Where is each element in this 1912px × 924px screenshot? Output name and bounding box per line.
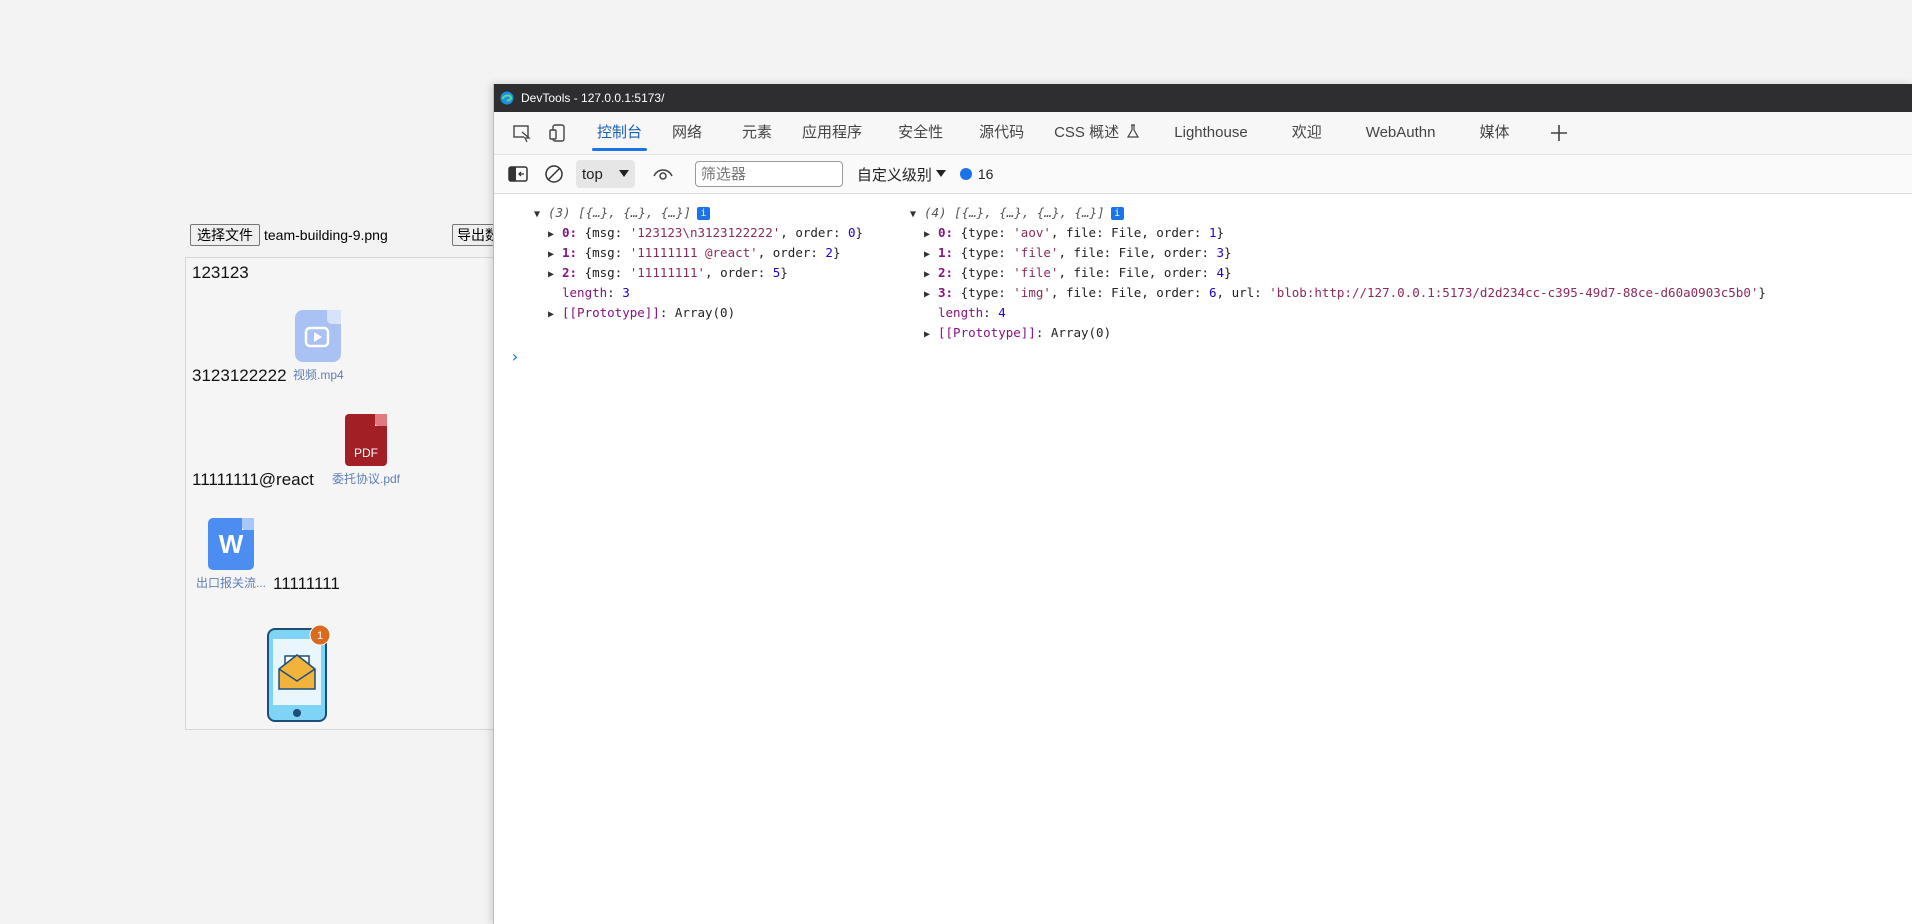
- collapsed-triangle-icon[interactable]: ▶: [924, 245, 938, 265]
- console-filter-input[interactable]: [694, 161, 843, 187]
- prototype-row[interactable]: ▶ [[Prototype]]: Array(0): [534, 303, 863, 323]
- tab-security[interactable]: 安全性: [883, 112, 958, 154]
- word-attachment[interactable]: W 出口报关流...: [196, 518, 266, 591]
- context-selector[interactable]: top: [576, 160, 635, 188]
- array-length-row: length: 4: [938, 305, 1006, 320]
- issues-counter[interactable]: 16: [959, 166, 993, 182]
- word-file-icon: W: [208, 518, 254, 570]
- pdf-attachment[interactable]: PDF 委托协议.pdf: [332, 414, 400, 487]
- info-icon[interactable]: i: [697, 207, 710, 220]
- array-item-row[interactable]: ▶ 1: {type: 'file', file: File, order: 3}: [910, 243, 1766, 263]
- tab-lighthouse[interactable]: Lighthouse: [1159, 112, 1262, 154]
- add-tab-icon[interactable]: [1541, 115, 1577, 151]
- tab-media[interactable]: 媒体: [1464, 112, 1524, 154]
- collapsed-triangle-icon[interactable]: ▶: [924, 325, 938, 345]
- video-caption: 视频.mp4: [293, 368, 344, 382]
- inspect-element-icon[interactable]: [504, 115, 540, 151]
- pdf-caption: 委托协议.pdf: [332, 472, 401, 486]
- editor-text-line: 11111111@react: [192, 470, 314, 489]
- tab-webauthn[interactable]: WebAuthn: [1351, 112, 1451, 154]
- collapsed-triangle-icon[interactable]: ▶: [924, 285, 938, 305]
- selected-file-name: team-building-9.png: [264, 227, 388, 243]
- tab-application[interactable]: 应用程序: [787, 112, 877, 154]
- video-file-icon: [295, 310, 342, 362]
- image-attachment[interactable]: 1: [264, 625, 336, 725]
- editor-text-line: 3123122222: [192, 366, 287, 385]
- message-bubble-icon: [959, 168, 972, 180]
- word-caption: 出口报关流...: [196, 576, 267, 590]
- console-log-entry: ▼ (4) [{…}, {…}, {…}, {…}] i ▶ 0: {type: 'a…: [910, 203, 1766, 343]
- console-output: ▼ (3) [{…}, {…}, {…}] i ▶ 0: {msg: '123123\…: [494, 195, 1912, 924]
- tab-elements[interactable]: 元素: [727, 112, 787, 154]
- array-item-row[interactable]: ▶ 2: {msg: '11111111', order: 5}: [534, 263, 863, 283]
- array-length-row: length: 3: [562, 285, 630, 300]
- collapsed-triangle-icon[interactable]: ▶: [548, 305, 562, 325]
- tab-sources[interactable]: 源代码: [964, 112, 1039, 154]
- device-toolbar-icon[interactable]: [540, 115, 576, 151]
- collapsed-triangle-icon[interactable]: ▶: [548, 265, 562, 285]
- phone-mail-image: 1: [267, 625, 331, 722]
- caret-down-icon: [618, 170, 629, 177]
- console-log-entry: ▼ (3) [{…}, {…}, {…}] i ▶ 0: {msg: '123123\…: [534, 203, 863, 323]
- devtools-title: DevTools - 127.0.0.1:5173/: [521, 91, 665, 105]
- collapsed-triangle-icon[interactable]: ▶: [548, 245, 562, 265]
- caret-down-icon: [935, 170, 946, 177]
- flask-icon: [1127, 124, 1140, 138]
- array-item-row[interactable]: ▶ 2: {type: 'file', file: File, order: 4}: [910, 263, 1766, 283]
- editor-text-line: 11111111: [273, 574, 340, 593]
- svg-text:1: 1: [317, 630, 323, 642]
- pdf-file-icon: PDF: [345, 414, 388, 466]
- tab-console[interactable]: 控制台: [582, 112, 657, 154]
- edge-logo-icon: [500, 91, 514, 105]
- tab-css-overview[interactable]: CSS 概述: [1039, 112, 1145, 154]
- tab-network[interactable]: 网络: [657, 112, 717, 154]
- expanded-triangle-icon[interactable]: ▼: [534, 205, 548, 225]
- console-toolbar: top 自定义级别 16: [494, 155, 1912, 194]
- sidebar-toggle-icon[interactable]: [500, 156, 536, 192]
- tab-welcome[interactable]: 欢迎: [1277, 112, 1337, 154]
- rich-editor[interactable]: 123123 视频.mp4 3123122222 PDF 委托协议.pdf 11…: [185, 257, 505, 730]
- collapsed-triangle-icon[interactable]: ▶: [924, 265, 938, 285]
- devtools-tabbar: 控制台 网络 元素 应用程序 安全性 源代码 CSS 概述 Lighthouse…: [494, 112, 1912, 155]
- array-summary-row[interactable]: ▼ (3) [{…}, {…}, {…}] i: [534, 203, 863, 223]
- video-attachment[interactable]: 视频.mp4: [293, 310, 344, 383]
- info-icon[interactable]: i: [1110, 207, 1124, 220]
- prototype-row[interactable]: ▶ [[Prototype]]: Array(0): [910, 323, 1766, 343]
- console-prompt-chevron-icon[interactable]: ›: [510, 347, 520, 366]
- live-expression-eye-icon[interactable]: [645, 156, 681, 192]
- collapsed-triangle-icon[interactable]: ▶: [924, 225, 938, 245]
- devtools-window: DevTools - 127.0.0.1:5173/ 控制台 网络 元素 应用程…: [493, 84, 1912, 924]
- clear-console-icon[interactable]: [536, 156, 572, 192]
- expanded-triangle-icon[interactable]: ▼: [910, 205, 924, 225]
- devtools-titlebar: DevTools - 127.0.0.1:5173/: [494, 84, 1912, 112]
- array-item-row[interactable]: ▶ 1: {msg: '11111111 @react', order: 2}: [534, 243, 863, 263]
- array-item-row[interactable]: ▶ 0: {type: 'aov', file: File, order: 1}: [910, 223, 1766, 243]
- array-item-row[interactable]: ▶ 0: {msg: '123123\n3123122222', order: 0…: [534, 223, 863, 243]
- editor-text-line: 123123: [192, 263, 249, 282]
- collapsed-triangle-icon[interactable]: ▶: [548, 225, 562, 245]
- array-summary-row[interactable]: ▼ (4) [{…}, {…}, {…}, {…}] i: [910, 203, 1766, 223]
- log-level-selector[interactable]: 自定义级别: [857, 164, 946, 185]
- choose-file-button[interactable]: 选择文件: [190, 224, 260, 246]
- array-item-row[interactable]: ▶ 3: {type: 'img', file: File, order: 6, …: [910, 283, 1766, 303]
